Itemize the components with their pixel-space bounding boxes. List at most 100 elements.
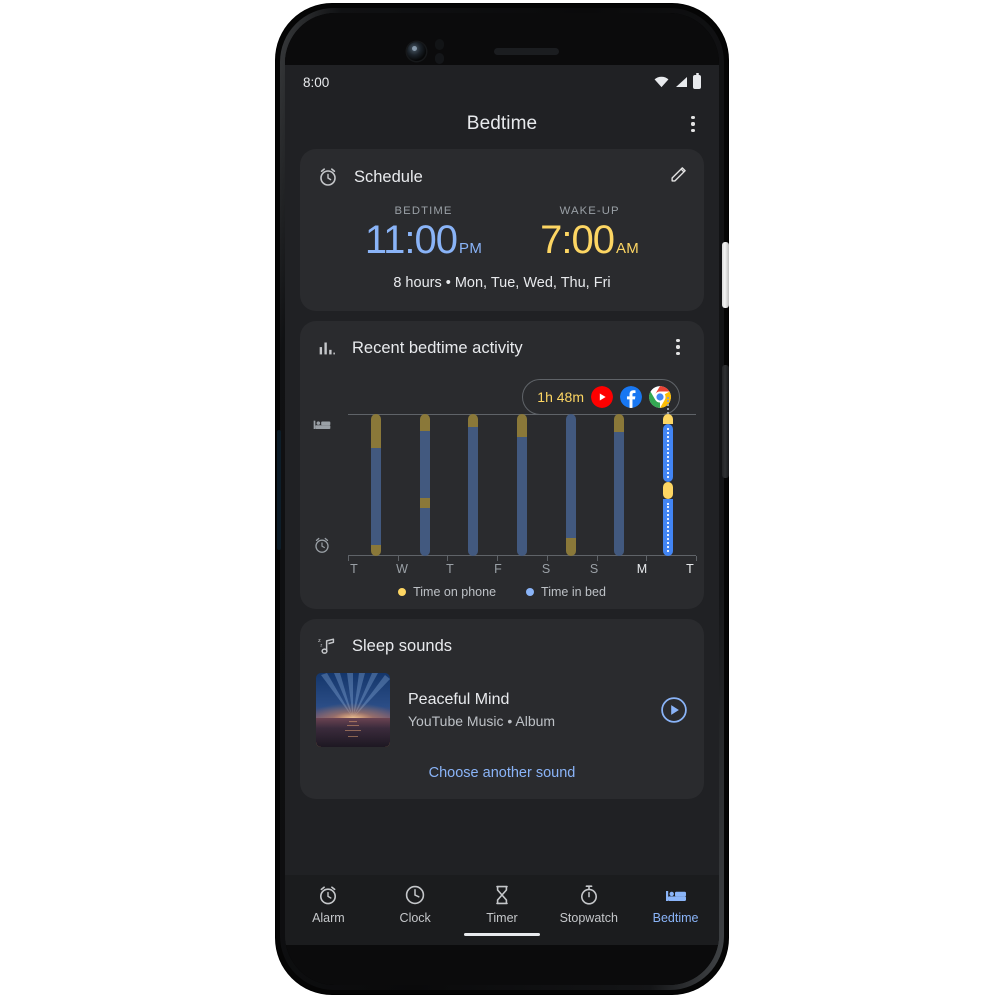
edit-schedule-button[interactable] [668, 163, 690, 190]
wakeup-time: 7:00 [540, 218, 615, 262]
wakeup-column[interactable]: WAKE-UP 7:00 AM [540, 205, 639, 261]
nav-item-bedtime[interactable]: Bedtime [633, 883, 719, 925]
bedtime-label: BEDTIME [394, 205, 453, 217]
bar-segment-time-in-bed [419, 431, 430, 498]
sleep-music-note-icon: z z [318, 638, 335, 654]
status-time: 8:00 [303, 74, 330, 90]
schedule-card[interactable]: Schedule BEDTIME 11:00 PM WAKE-UP 7:00 A… [300, 149, 704, 311]
legend-item-time-on-phone: Time on phone [398, 585, 496, 599]
selected-bar-dotted-line [667, 503, 670, 552]
sunset-over-ocean-artwork [316, 673, 390, 747]
wakeup-label: WAKE-UP [559, 205, 620, 217]
status-icon-group [654, 72, 701, 89]
activity-tooltip-chip[interactable]: 1h 48m [522, 379, 680, 415]
bar-segment-time-on-phone [663, 414, 674, 424]
left-side-accent [277, 430, 281, 550]
youtube-icon [591, 386, 613, 408]
bar-segment-time-on-phone [468, 414, 479, 427]
bottom-navigation-bar: Alarm Clock Timer Stopwatch Bedtime [285, 875, 719, 945]
svg-text:z: z [320, 642, 322, 647]
nav-label: Clock [399, 911, 431, 925]
gesture-home-bar[interactable] [463, 932, 540, 936]
sleep-sound-meta: Peaceful Mind YouTube Music • Album [408, 691, 642, 729]
chart-bar[interactable] [614, 414, 625, 556]
volume-rocker-button[interactable] [722, 365, 729, 478]
nav-label: Bedtime [652, 911, 699, 925]
chart-plot-area [348, 397, 697, 561]
sleep-sound-subtitle: YouTube Music • Album [408, 713, 556, 729]
nav-label: Timer [486, 911, 518, 925]
signal-icon [676, 77, 687, 87]
sleep-sounds-title: Sleep sounds [352, 636, 452, 655]
activity-chart[interactable]: 1h 48m T W T F S S M T Time on phone Tim… [300, 359, 704, 609]
clock-icon [405, 885, 425, 905]
chart-tick [397, 556, 399, 561]
chart-tick [348, 556, 349, 561]
choose-another-sound-link[interactable]: Choose another sound [300, 747, 704, 799]
bedtime-value: 11:00 PM [365, 219, 482, 261]
wifi-icon [654, 76, 669, 88]
page-title: Bedtime [466, 113, 538, 134]
schedule-summary: 8 hours • Mon, Tue, Wed, Thu, Fri [393, 275, 611, 291]
chart-bar[interactable] [370, 414, 381, 556]
chart-tick [546, 556, 548, 561]
nav-item-alarm[interactable]: Alarm [285, 883, 371, 925]
legend-label-bed: Time in bed [541, 585, 606, 599]
sleep-sound-track-row[interactable]: Peaceful Mind YouTube Music • Album [300, 657, 704, 747]
tooltip-leader-line [667, 397, 670, 414]
bar-segment-time-on-phone [614, 414, 625, 433]
bedtime-column[interactable]: BEDTIME 11:00 PM [365, 205, 482, 261]
chart-x-label: S [589, 562, 599, 576]
front-camera-icon [407, 42, 426, 61]
alarm-icon [320, 886, 337, 905]
app-screen: 8:00 Bedtime Schedule BEDTIME 11:00 PM W… [285, 65, 719, 945]
wakeup-value: 7:00 AM [540, 219, 639, 261]
bar-segment-time-in-bed [468, 426, 479, 556]
chart-x-label: T [686, 562, 694, 576]
power-button[interactable] [722, 242, 729, 308]
bar-segment-time-in-bed [565, 414, 576, 538]
proximity-sensor-icon [435, 39, 444, 50]
bar-segment-time-in-bed [517, 436, 527, 556]
chart-x-label: F [494, 562, 502, 576]
album-artwork [316, 673, 390, 747]
app-bar: Bedtime [285, 99, 719, 149]
chart-bar[interactable] [565, 414, 576, 556]
overflow-menu-icon[interactable] [681, 112, 705, 136]
sleep-sounds-card: z z Sleep sounds Peaceful Mind YouTube M… [300, 619, 704, 799]
chart-tick [596, 556, 598, 561]
ambient-light-sensor-icon [435, 53, 444, 64]
bar-segment-time-in-bed [419, 507, 430, 556]
nav-item-stopwatch[interactable]: Stopwatch [546, 883, 632, 925]
chart-x-labels: TWTFSSMT [348, 562, 696, 576]
chart-bar[interactable] [419, 414, 430, 556]
nav-item-timer[interactable]: Timer [459, 883, 545, 936]
bar-segment-time-in-bed [614, 432, 625, 556]
alarm-schedule-icon [320, 168, 336, 186]
schedule-card-header: Schedule [300, 149, 704, 189]
play-sound-button[interactable] [660, 696, 688, 724]
bedtime-time: 11:00 [364, 218, 458, 262]
legend-dot-phone [398, 588, 407, 596]
nav-label: Stopwatch [559, 911, 618, 925]
activity-card-header: Recent bedtime activity [300, 321, 704, 359]
alarm-clock-icon [315, 537, 329, 553]
wakeup-meridiem: AM [616, 240, 640, 257]
chart-bar[interactable] [468, 414, 479, 556]
nav-item-clock[interactable]: Clock [372, 883, 458, 925]
chart-x-label: T [350, 562, 358, 576]
chart-x-label: M [636, 562, 648, 576]
bar-segment-time-on-phone [663, 482, 674, 500]
activity-overflow-button[interactable] [666, 335, 690, 359]
selected-bar-dotted-line [667, 427, 670, 479]
bed-icon [665, 891, 686, 901]
screenshot-stage: 8:00 Bedtime Schedule BEDTIME 11:00 PM W… [0, 0, 1000, 1000]
recent-bedtime-activity-card: Recent bedtime activity 1h 48m T W T F S… [300, 321, 704, 609]
chart-bar[interactable] [517, 414, 527, 556]
bar-segment-time-on-phone [419, 497, 430, 508]
bar-segment-time-on-phone [370, 544, 381, 556]
activity-title: Recent bedtime activity [352, 338, 523, 357]
pencil-edit-icon [671, 167, 686, 182]
chart-bar-selected[interactable] [663, 397, 674, 556]
earpiece-speaker [494, 48, 559, 55]
